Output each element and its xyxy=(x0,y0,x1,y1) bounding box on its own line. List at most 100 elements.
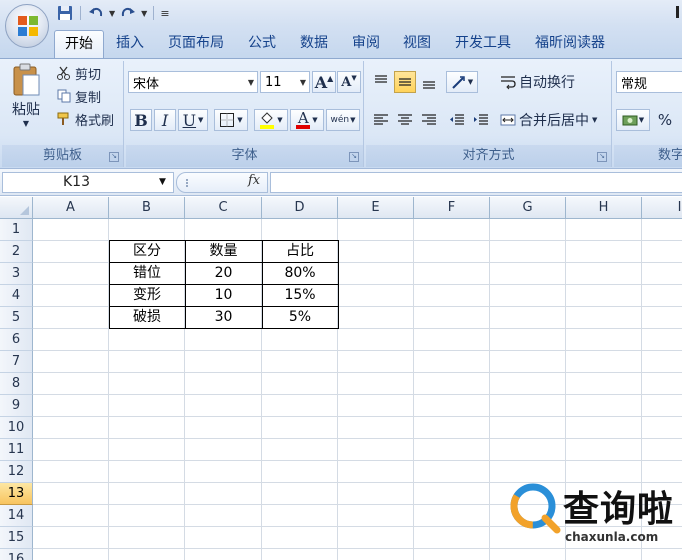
formula-input[interactable] xyxy=(270,172,682,193)
table-cell[interactable]: 10 xyxy=(185,285,262,307)
table-cell[interactable]: 15% xyxy=(262,285,338,307)
row-header-16[interactable]: 16 xyxy=(0,549,33,560)
borders-button[interactable]: ▼ xyxy=(214,109,248,131)
format-painter-button[interactable]: 格式刷 xyxy=(56,109,114,129)
column-header-c[interactable]: C xyxy=(185,197,262,219)
table-cell[interactable]: 错位 xyxy=(109,263,185,285)
shrink-font-button[interactable]: A ▼ xyxy=(337,71,361,93)
font-color-button[interactable]: A ▼ xyxy=(290,109,324,131)
font-name-select[interactable]: 宋体 ▼ xyxy=(128,71,258,93)
number-format-select[interactable]: 常规 xyxy=(616,71,682,93)
tab-home[interactable]: 开始 xyxy=(54,30,104,58)
column-header-b[interactable]: B xyxy=(109,197,185,219)
row-header-8[interactable]: 8 xyxy=(0,373,33,395)
align-top-icon xyxy=(375,75,387,83)
column-header-d[interactable]: D xyxy=(262,197,338,219)
insert-function-button[interactable]: fx xyxy=(248,173,260,188)
select-all-button[interactable] xyxy=(0,197,33,219)
table-cell[interactable]: 破损 xyxy=(109,307,185,329)
row-header-5[interactable]: 5 xyxy=(0,307,33,329)
tab-foxit-reader[interactable]: 福昕阅读器 xyxy=(527,30,613,58)
wrap-text-button[interactable]: 自动换行 xyxy=(500,71,575,93)
tab-developer[interactable]: 开发工具 xyxy=(447,30,519,58)
align-top-button[interactable] xyxy=(370,71,392,93)
table-header-ratio[interactable]: 占比 xyxy=(262,241,338,263)
row-header-13[interactable]: 13 xyxy=(0,483,33,505)
redo-dropdown-icon[interactable]: ▼ xyxy=(141,9,147,18)
orientation-button[interactable]: ▼ xyxy=(446,71,478,93)
table-header-category[interactable]: 区分 xyxy=(109,241,185,263)
fill-color-dropdown-icon: ▼ xyxy=(277,116,283,124)
column-header-e[interactable]: E xyxy=(338,197,414,219)
align-bottom-button[interactable] xyxy=(418,71,440,93)
tab-page-layout[interactable]: 页面布局 xyxy=(160,30,232,58)
save-icon[interactable] xyxy=(56,4,74,22)
table-cell[interactable]: 变形 xyxy=(109,285,185,307)
clipboard-group: 粘贴 ▼ 剪切 复制 格式刷 剪贴板 ↘ xyxy=(2,61,124,167)
undo-icon[interactable] xyxy=(87,4,105,22)
column-header-i[interactable]: I xyxy=(642,197,682,219)
customize-qat-icon[interactable]: ≡ xyxy=(160,7,169,20)
percent-style-button[interactable]: % xyxy=(654,109,676,131)
table-cell[interactable]: 5% xyxy=(262,307,338,329)
merge-center-icon xyxy=(500,112,516,128)
tab-data[interactable]: 数据 xyxy=(292,30,336,58)
accounting-format-button[interactable]: ▼ xyxy=(616,109,650,131)
formula-bar: K13 ▼ fx xyxy=(0,169,682,196)
row-header-6[interactable]: 6 xyxy=(0,329,33,351)
clipboard-launcher-icon[interactable]: ↘ xyxy=(109,152,119,162)
align-middle-button[interactable] xyxy=(394,71,416,93)
grow-font-button[interactable]: A ▲ xyxy=(312,71,336,93)
column-header-f[interactable]: F xyxy=(414,197,490,219)
cut-button[interactable]: 剪切 xyxy=(56,63,101,83)
magnifier-logo-icon xyxy=(510,483,561,534)
accounting-dropdown-icon: ▼ xyxy=(638,116,645,124)
decrease-indent-button[interactable] xyxy=(446,109,468,131)
row-header-15[interactable]: 15 xyxy=(0,527,33,549)
tab-view[interactable]: 视图 xyxy=(395,30,439,58)
row-header-12[interactable]: 12 xyxy=(0,461,33,483)
bold-button[interactable]: B xyxy=(130,109,152,131)
row-header-3[interactable]: 3 xyxy=(0,263,33,285)
row-header-10[interactable]: 10 xyxy=(0,417,33,439)
merge-center-button[interactable]: 合并后居中 ▼ xyxy=(500,109,597,131)
copy-icon xyxy=(56,88,72,104)
font-size-select[interactable]: 11 ▼ xyxy=(260,71,310,93)
align-left-button[interactable] xyxy=(370,109,392,131)
phonetic-icon: wén xyxy=(330,115,350,125)
row-header-9[interactable]: 9 xyxy=(0,395,33,417)
row-header-2[interactable]: 2 xyxy=(0,241,33,263)
table-header-quantity[interactable]: 数量 xyxy=(185,241,262,263)
table-cell[interactable]: 30 xyxy=(185,307,262,329)
column-header-h[interactable]: H xyxy=(566,197,642,219)
tab-review[interactable]: 审阅 xyxy=(344,30,388,58)
office-button[interactable] xyxy=(5,4,49,48)
row-header-7[interactable]: 7 xyxy=(0,351,33,373)
table-cell[interactable]: 20 xyxy=(185,263,262,285)
phonetic-button[interactable]: wén ▼ xyxy=(326,109,360,131)
align-right-button[interactable] xyxy=(418,109,440,131)
row-header-11[interactable]: 11 xyxy=(0,439,33,461)
redo-icon[interactable] xyxy=(119,4,137,22)
copy-button[interactable]: 复制 xyxy=(56,86,101,106)
underline-button[interactable]: U ▼ xyxy=(178,109,208,131)
font-color-dropdown-icon: ▼ xyxy=(312,116,318,124)
increase-indent-button[interactable] xyxy=(470,109,492,131)
undo-dropdown-icon[interactable]: ▼ xyxy=(109,9,115,18)
paste-button[interactable]: 粘贴 ▼ xyxy=(8,63,44,141)
row-header-14[interactable]: 14 xyxy=(0,505,33,527)
font-launcher-icon[interactable]: ↘ xyxy=(349,152,359,162)
tab-formulas[interactable]: 公式 xyxy=(240,30,284,58)
align-center-button[interactable] xyxy=(394,109,416,131)
italic-button[interactable]: I xyxy=(154,109,176,131)
alignment-launcher-icon[interactable]: ↘ xyxy=(597,152,607,162)
row-header-4[interactable]: 4 xyxy=(0,285,33,307)
name-box-dropdown-icon[interactable]: ▼ xyxy=(159,177,166,187)
row-header-1[interactable]: 1 xyxy=(0,219,33,241)
fill-color-button[interactable]: ▼ xyxy=(254,109,288,131)
name-box[interactable]: K13 xyxy=(2,172,174,193)
column-header-g[interactable]: G xyxy=(490,197,566,219)
table-cell[interactable]: 80% xyxy=(262,263,338,285)
tab-insert[interactable]: 插入 xyxy=(110,30,150,58)
column-header-a[interactable]: A xyxy=(33,197,109,219)
